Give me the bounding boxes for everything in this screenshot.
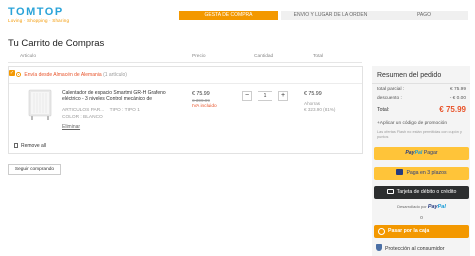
- discount-value: - € 0.00: [449, 96, 466, 101]
- or-separator: o: [420, 215, 423, 221]
- tomtop-logo[interactable]: TOMTOP Loving · Shopping · Sharing: [8, 7, 69, 24]
- checkout-button[interactable]: Pasar por la caja: [374, 225, 469, 238]
- attr-type: TIPO : TIPO 1: [109, 108, 140, 113]
- continue-shopping-button[interactable]: Seguir comprando: [8, 164, 61, 175]
- remove-all-button[interactable]: Remove all: [14, 143, 46, 149]
- paypal-label: Pagar: [423, 150, 438, 156]
- remove-item-link[interactable]: Eliminar: [62, 124, 80, 130]
- total-value: € 75.99: [439, 105, 466, 114]
- warehouse-radio[interactable]: [16, 72, 21, 77]
- step-payment: PAGO: [380, 11, 468, 20]
- savings-label: Ahorras: [304, 101, 321, 106]
- page-title: Tu Carrito de Compras: [8, 38, 105, 49]
- logo-wordmark: TOMTOP: [8, 6, 64, 18]
- product-attr-articles: ARTICULOS PAR... TIPO : TIPO 1: [62, 108, 140, 113]
- product-image[interactable]: [26, 88, 54, 122]
- group-divider: [9, 83, 362, 84]
- product-name[interactable]: Calentador de espacio Smartmi GR-H Grafe…: [62, 90, 182, 102]
- paypal-installments-button[interactable]: Paga en 3 plazos: [374, 167, 469, 180]
- checkout-steps: GESTA DE COMPRA ENVIO Y LUGAR DE LA ORDE…: [179, 11, 468, 20]
- decrease-quantity-button[interactable]: −: [242, 91, 252, 101]
- step-shipping: ENVIO Y LUGAR DE LA ORDEN: [281, 11, 380, 20]
- trash-icon: [14, 143, 18, 148]
- card-label: Tarjeta de débito o crédito: [396, 189, 457, 195]
- header-divider: [8, 62, 362, 63]
- col-total: Total: [313, 54, 324, 59]
- warehouse-label: Envía desde Almacén de Alemania: [24, 72, 102, 78]
- flash-sale-note: Las ofertas Flash no están permitidas co…: [377, 130, 462, 139]
- step-cart: GESTA DE COMPRA: [179, 11, 278, 20]
- installments-label: Paga en 3 plazos: [406, 170, 447, 176]
- subtotal-row: total parcial : € 75.99: [377, 87, 466, 92]
- paypal-brand-b: Pal: [414, 150, 423, 156]
- item-checkbox[interactable]: ✓: [9, 70, 15, 76]
- attr-articles: ARTICULOS PAR...: [62, 108, 105, 113]
- paypal-button[interactable]: PayPal Pagar: [374, 147, 469, 160]
- total-row: Total: € 75.99: [377, 105, 466, 114]
- checkout-check-icon: [378, 228, 385, 235]
- quantity-stepper: − 1 +: [242, 91, 288, 101]
- promo-code-link[interactable]: +Aplicar un código de promoción: [377, 121, 447, 126]
- warehouse-row[interactable]: Envía desde Almacén de Alemania (1 artíc…: [16, 70, 127, 80]
- powered-by-label: Desarrollado por: [397, 204, 427, 209]
- col-quantity: Cantidad: [254, 54, 274, 59]
- powered-by-paypal: Desarrollado por PayPal: [374, 204, 469, 210]
- attr-color: COLOR : BLANCO: [62, 115, 103, 120]
- protection-label: Protección al consumidor: [385, 246, 445, 252]
- savings-value: € 323.90 (81%): [304, 107, 336, 112]
- warehouse-count: (1 artículo): [103, 72, 127, 78]
- subtotal-value: € 75.99: [449, 87, 466, 92]
- logo-tagline: Loving · Shopping · Sharing: [8, 18, 70, 23]
- discount-label: descuento :: [377, 96, 402, 101]
- remove-all-label: Remove all: [21, 143, 47, 149]
- col-article: Articulo: [20, 54, 36, 59]
- subtotal-label: total parcial :: [377, 87, 405, 92]
- line-total: € 75.99: [304, 91, 322, 97]
- increase-quantity-button[interactable]: +: [278, 91, 288, 101]
- paypal-brand-a: Pay: [405, 150, 415, 156]
- shield-icon: [376, 244, 382, 251]
- discount-row: descuento : - € 0.00: [377, 96, 466, 101]
- unit-price: € 75.99: [192, 91, 210, 97]
- checkout-label: Pasar por la caja: [388, 228, 430, 234]
- credit-card-icon: [386, 189, 394, 194]
- summary-title: Resumen del pedido: [377, 72, 442, 79]
- original-price: € 399.99: [192, 98, 210, 103]
- quantity-input[interactable]: 1: [258, 91, 272, 101]
- col-price: Precio: [192, 54, 206, 59]
- paypal-logo-a: Pay: [427, 204, 438, 210]
- tax-note: IVA incluido: [192, 104, 217, 109]
- paypal-icon: [396, 169, 404, 175]
- total-label: Total:: [377, 107, 390, 113]
- card-payment-button[interactable]: Tarjeta de débito o crédito: [374, 186, 469, 199]
- paypal-logo-b: Pal: [437, 204, 446, 210]
- summary-divider: [372, 83, 470, 84]
- consumer-protection[interactable]: Protección al consumidor: [376, 244, 444, 252]
